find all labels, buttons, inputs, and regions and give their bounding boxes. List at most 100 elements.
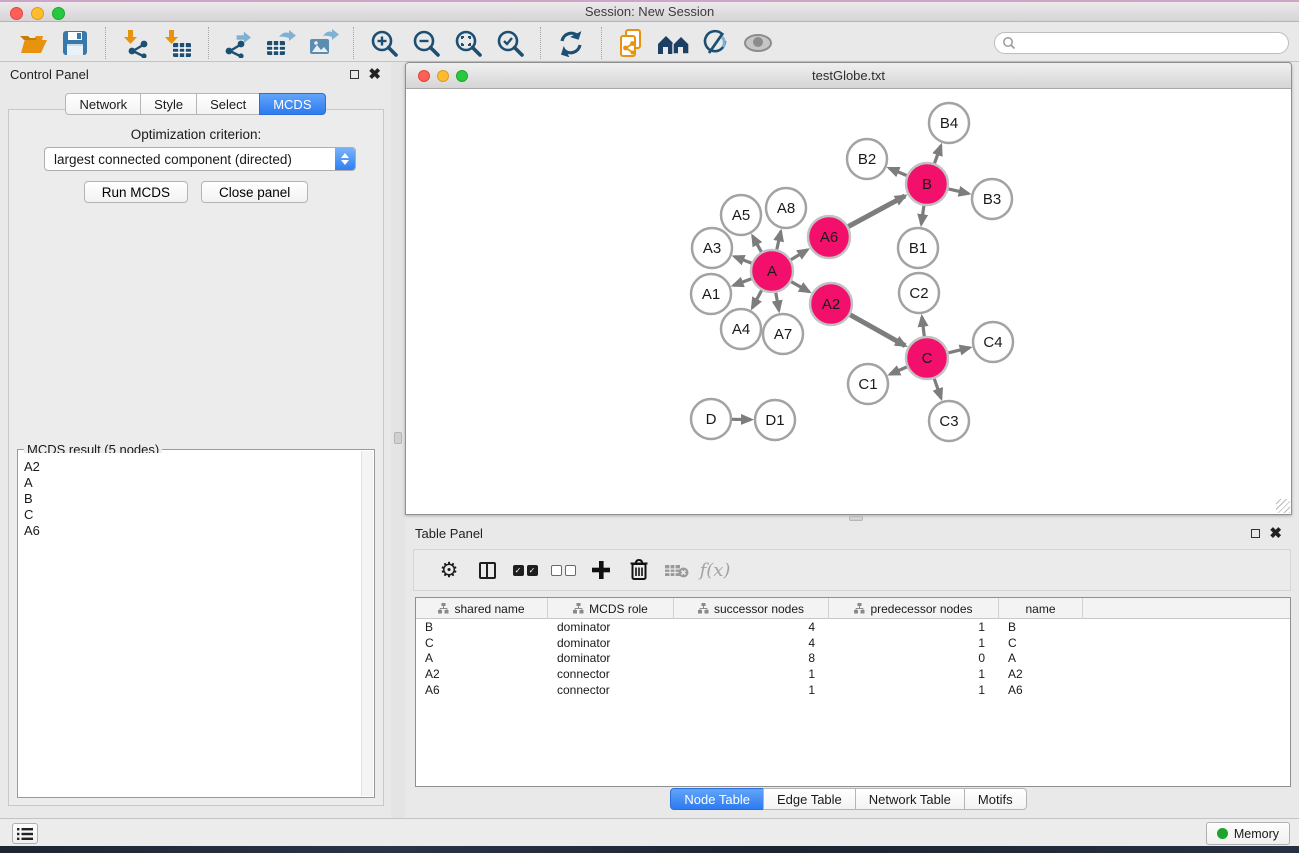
run-mcds-button[interactable]: Run MCDS bbox=[84, 181, 188, 203]
table-cell[interactable]: 1 bbox=[674, 667, 829, 681]
table-cell[interactable]: B bbox=[999, 620, 1083, 634]
network-minimize-button[interactable] bbox=[437, 70, 449, 82]
graph-node-A6[interactable]: A6 bbox=[808, 216, 850, 258]
column-header-predecessor-nodes[interactable]: predecessor nodes bbox=[829, 598, 999, 619]
graph-node-B4[interactable]: B4 bbox=[929, 103, 969, 143]
graph-node-C1[interactable]: C1 bbox=[848, 364, 888, 404]
table-cell[interactable]: A bbox=[999, 651, 1083, 665]
column-header-name[interactable]: name bbox=[999, 598, 1083, 619]
table-cell[interactable]: connector bbox=[548, 683, 674, 697]
table-cell[interactable]: A bbox=[416, 651, 548, 665]
table-cell[interactable]: 4 bbox=[674, 636, 829, 650]
zoom-in-icon[interactable] bbox=[367, 27, 401, 59]
tab-mcds[interactable]: MCDS bbox=[259, 93, 325, 115]
result-list-scrollbar[interactable] bbox=[361, 451, 373, 796]
graph-edge-A-A5[interactable] bbox=[753, 236, 762, 252]
refresh-icon[interactable] bbox=[554, 27, 588, 59]
mcds-result-list[interactable]: A2ABCA6 bbox=[19, 453, 361, 796]
graph-edge-C-C4[interactable] bbox=[948, 348, 969, 353]
table-cell[interactable]: dominator bbox=[548, 620, 674, 634]
result-list-item[interactable]: A2 bbox=[24, 459, 361, 475]
graph-node-A[interactable]: A bbox=[751, 250, 793, 292]
table-row[interactable]: Bdominator41B bbox=[416, 619, 1290, 635]
table-cell[interactable]: 1 bbox=[829, 620, 999, 634]
add-column-icon[interactable] bbox=[582, 552, 620, 588]
clone-network-icon[interactable] bbox=[615, 27, 649, 59]
close-panel-icon[interactable]: ✖ bbox=[1269, 529, 1282, 538]
graph-node-B2[interactable]: B2 bbox=[847, 139, 887, 179]
deselect-all-icon[interactable] bbox=[544, 552, 582, 588]
graph-node-A4[interactable]: A4 bbox=[721, 309, 761, 349]
import-table-icon[interactable] bbox=[161, 27, 195, 59]
import-network-icon[interactable] bbox=[119, 27, 153, 59]
table-cell[interactable]: 4 bbox=[674, 620, 829, 634]
graph-edge-A-A6[interactable] bbox=[791, 250, 808, 260]
task-history-button[interactable] bbox=[12, 823, 38, 844]
table-cell[interactable]: 1 bbox=[829, 667, 999, 681]
graph-node-C[interactable]: C bbox=[906, 337, 948, 379]
network-close-button[interactable] bbox=[418, 70, 430, 82]
tab-select[interactable]: Select bbox=[196, 93, 260, 115]
criterion-dropdown[interactable]: largest connected component (directed) bbox=[44, 147, 356, 171]
select-all-icon[interactable]: ✓✓ bbox=[506, 552, 544, 588]
delete-column-icon[interactable] bbox=[620, 552, 658, 588]
graph-edge-C-C3[interactable] bbox=[934, 379, 941, 399]
result-list-item[interactable]: B bbox=[24, 491, 361, 507]
tab-network[interactable]: Network bbox=[65, 93, 141, 115]
graph-node-C3[interactable]: C3 bbox=[929, 401, 969, 441]
window-resize-grip[interactable] bbox=[1276, 499, 1290, 513]
column-layout-icon[interactable] bbox=[468, 552, 506, 588]
zoom-out-icon[interactable] bbox=[409, 27, 443, 59]
graph-node-B[interactable]: B bbox=[906, 163, 948, 205]
graph-node-C4[interactable]: C4 bbox=[973, 322, 1013, 362]
graph-node-B1[interactable]: B1 bbox=[898, 228, 938, 268]
tab-network-table[interactable]: Network Table bbox=[855, 788, 965, 810]
zoom-selected-icon[interactable] bbox=[493, 27, 527, 59]
graph-node-A3[interactable]: A3 bbox=[692, 228, 732, 268]
graph-node-A7[interactable]: A7 bbox=[763, 314, 803, 354]
result-list-item[interactable]: A bbox=[24, 475, 361, 491]
graph-edge-B-B3[interactable] bbox=[948, 189, 968, 194]
float-panel-icon[interactable] bbox=[1251, 529, 1260, 538]
gear-icon[interactable]: ⚙ bbox=[430, 552, 468, 588]
graph-edge-B-B4[interactable] bbox=[935, 146, 941, 164]
network-graph[interactable]: B4B2BB3A5A8A6B1A3AC2A1A2A4A7C4CC1C3DD1 bbox=[407, 90, 1290, 513]
search-input[interactable] bbox=[1016, 34, 1288, 52]
network-canvas[interactable]: B4B2BB3A5A8A6B1A3AC2A1A2A4A7C4CC1C3DD1 bbox=[407, 90, 1290, 513]
splitter-handle[interactable] bbox=[394, 432, 402, 444]
zoom-fit-icon[interactable] bbox=[451, 27, 485, 59]
graph-edge-A-A2[interactable] bbox=[791, 282, 809, 292]
graph-edge-A-A8[interactable] bbox=[777, 231, 781, 249]
tab-style[interactable]: Style bbox=[140, 93, 197, 115]
graph-edge-A6-B[interactable] bbox=[848, 196, 905, 227]
column-header-MCDS-role[interactable]: MCDS role bbox=[548, 598, 674, 619]
graph-edge-A-A4[interactable] bbox=[752, 290, 761, 307]
graph-edge-A2-C[interactable] bbox=[850, 315, 905, 346]
table-row[interactable]: A2connector11A2 bbox=[416, 666, 1290, 682]
table-cell[interactable]: dominator bbox=[548, 651, 674, 665]
memory-button[interactable]: Memory bbox=[1206, 822, 1290, 845]
close-panel-button[interactable]: Close panel bbox=[201, 181, 308, 203]
float-panel-icon[interactable] bbox=[350, 70, 359, 79]
close-window-button[interactable] bbox=[10, 7, 23, 20]
graph-node-B3[interactable]: B3 bbox=[972, 179, 1012, 219]
table-cell[interactable]: C bbox=[999, 636, 1083, 650]
table-cell[interactable]: 1 bbox=[829, 683, 999, 697]
graph-edge-B-B1[interactable] bbox=[921, 206, 924, 224]
graph-edge-A-A7[interactable] bbox=[776, 293, 779, 311]
tab-node-table[interactable]: Node Table bbox=[670, 788, 764, 810]
vertical-splitter[interactable] bbox=[391, 62, 405, 818]
export-table-icon[interactable] bbox=[264, 27, 298, 59]
table-row[interactable]: Cdominator41C bbox=[416, 635, 1290, 651]
network-maximize-button[interactable] bbox=[456, 70, 468, 82]
column-header-successor-nodes[interactable]: successor nodes bbox=[674, 598, 829, 619]
table-cell[interactable]: A6 bbox=[999, 683, 1083, 697]
graph-node-A2[interactable]: A2 bbox=[810, 283, 852, 325]
tab-edge-table[interactable]: Edge Table bbox=[763, 788, 856, 810]
graph-node-D[interactable]: D bbox=[691, 399, 731, 439]
graph-edge-A-A3[interactable] bbox=[734, 257, 751, 264]
column-header-shared-name[interactable]: shared name bbox=[416, 598, 548, 619]
graph-edge-C-C1[interactable] bbox=[890, 367, 907, 374]
eye-icon[interactable] bbox=[741, 27, 775, 59]
hide-details-icon[interactable] bbox=[699, 27, 733, 59]
